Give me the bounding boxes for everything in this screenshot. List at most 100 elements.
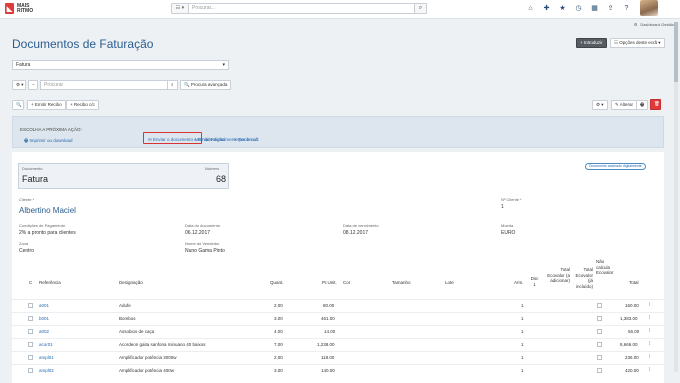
calendar-icon[interactable]: ▦ <box>590 4 599 13</box>
document-settings-dropdown[interactable]: ⚙ ▾ <box>592 100 608 110</box>
row-no-eco-checkbox[interactable] <box>597 342 602 347</box>
seller-label: Nome do Vendedor <box>185 241 220 246</box>
row-price: 1,238.00 <box>317 342 335 347</box>
row-ref[interactable]: ampl02 <box>39 368 54 373</box>
client-name[interactable]: Albertino Maciel <box>19 206 76 215</box>
col-c: C <box>29 280 33 285</box>
table-row[interactable]: a001 Adufe 2.00 80.00 1 160.00 ⁞ <box>12 299 664 311</box>
row-checkbox[interactable] <box>28 303 33 308</box>
avatar[interactable] <box>640 0 658 16</box>
page-title: Documentos de Faturação <box>12 37 154 51</box>
print-icon[interactable]: 🖶 <box>636 100 648 110</box>
row-no-eco-checkbox[interactable] <box>597 316 602 321</box>
row-desc: Adufe <box>119 303 131 308</box>
document-header-box: Documento Fatura Número 68 <box>18 163 229 189</box>
table-row[interactable]: ampl01 Amplificador potência 3000w 2.00 … <box>12 351 664 363</box>
row-desc: Bombos <box>119 316 136 321</box>
row-checkbox[interactable] <box>28 368 33 373</box>
user-info: ⚙ Dashboard Gestão <box>634 22 674 27</box>
col-qty: Quant. <box>270 280 284 285</box>
document-number-label: Número <box>205 166 220 171</box>
row-menu-icon[interactable]: ⁞ <box>649 367 650 373</box>
col-color: Cor <box>343 280 351 285</box>
document-type-value: Fatura <box>16 62 31 68</box>
row-qty: 3.00 <box>274 316 283 321</box>
row-no-eco-checkbox[interactable] <box>597 355 602 360</box>
page-scrollbar[interactable] <box>674 22 678 372</box>
edit-button[interactable]: ✎ Alterar <box>611 100 638 110</box>
zone-value[interactable]: Centro <box>19 248 34 254</box>
col-warehouse: Arm. <box>514 280 524 285</box>
col-size: Tamanho <box>392 280 411 285</box>
row-menu-icon[interactable]: ⁞ <box>649 315 650 321</box>
col-lot: Lote <box>445 280 454 285</box>
row-ref[interactable]: a001 <box>39 303 49 308</box>
scrollbar-thumb[interactable] <box>674 22 678 82</box>
payment-value[interactable]: 2% a pronto para clientes <box>19 230 76 236</box>
emit-receipt-button[interactable]: + Emitir Recibo <box>27 100 66 110</box>
due-date-value[interactable]: 08.12.2017 <box>343 230 368 236</box>
upload-icon[interactable]: ⇪ <box>606 4 615 13</box>
payment-label: Condições de Pagamento <box>19 223 66 228</box>
row-ref[interactable]: acor01 <box>39 342 53 347</box>
zone-label: Zona <box>19 241 29 246</box>
help-icon[interactable]: ? <box>622 4 631 13</box>
home-icon[interactable]: ⌂ <box>526 4 535 13</box>
zoom-icon[interactable]: 🔍 <box>12 100 24 110</box>
col-eco-add: Total Ecovalor (a adicionar) <box>547 267 570 283</box>
row-checkbox[interactable] <box>28 342 33 347</box>
screen-options-button[interactable]: ☷ Opções deste ecrã ▾ <box>610 38 665 48</box>
row-qty: 7.00 <box>274 342 283 347</box>
search-icon[interactable]: ⌕ <box>168 80 178 90</box>
row-price: 461.00 <box>321 316 335 321</box>
doc-date-value[interactable]: 06.12.2017 <box>185 230 210 236</box>
minus-button[interactable]: − <box>28 80 38 90</box>
app-logo[interactable]: ◣ MAIS RITMO <box>5 3 33 14</box>
global-search-input[interactable]: Procurar... <box>189 3 415 14</box>
introduce-button[interactable]: + Introduzir <box>576 38 607 48</box>
advanced-search-button[interactable]: 🔍 Procura avançada <box>180 80 232 90</box>
document-type-value: Fatura <box>22 174 49 184</box>
plus-icon[interactable]: ✚ <box>542 4 551 13</box>
table-row[interactable]: a002 Assobios de caça 4.00 14.00 1 56.00… <box>12 325 664 337</box>
row-checkbox[interactable] <box>28 316 33 321</box>
due-date-label: Data de vencimento <box>343 223 379 228</box>
row-menu-icon[interactable]: ⁞ <box>649 302 650 308</box>
row-desc: Acordeon gaita sanfona minuano 40 baixos <box>119 342 206 347</box>
document-search-input[interactable]: Procurar <box>40 80 168 90</box>
row-no-eco-checkbox[interactable] <box>597 329 602 334</box>
gear-icon[interactable]: ⚙ <box>634 22 638 27</box>
row-no-eco-checkbox[interactable] <box>597 303 602 308</box>
star-icon[interactable]: ★ <box>558 4 567 13</box>
user-name[interactable]: Dashboard Gestão <box>640 22 674 27</box>
search-icon[interactable]: ⌕ <box>415 3 427 14</box>
print-download-link[interactable]: 🖶 Imprimir ou download <box>24 137 73 145</box>
row-menu-icon[interactable]: ⁞ <box>649 328 650 334</box>
search-mode-dropdown[interactable]: ☷ ▾ <box>171 3 189 14</box>
document-form: Documento Fatura Número 68 Documento ass… <box>12 152 664 383</box>
row-warehouse: 1 <box>521 303 524 308</box>
currency-value[interactable]: EURO <box>501 230 515 236</box>
row-qty: 2.00 <box>274 355 283 360</box>
row-menu-icon[interactable]: ⁞ <box>649 354 650 360</box>
row-checkbox[interactable] <box>28 355 33 360</box>
col-desc: Designação <box>119 280 143 285</box>
chevron-down-icon: ▾ <box>222 62 225 68</box>
document-number-value: 68 <box>216 174 227 184</box>
table-row[interactable]: ampl02 Amplificador potência 400w 3.00 1… <box>12 364 664 376</box>
row-ref[interactable]: a002 <box>39 329 49 334</box>
clock-icon[interactable]: ◷ <box>574 4 583 13</box>
delete-icon[interactable]: 🗑 <box>650 99 661 110</box>
seller-value[interactable]: Nuno Gama Pinto <box>185 248 225 254</box>
document-type-select[interactable]: Fatura ▾ <box>12 60 229 70</box>
table-row[interactable]: acor01 Acordeon gaita sanfona minuano 40… <box>12 338 664 350</box>
row-menu-icon[interactable]: ⁞ <box>649 341 650 347</box>
row-checkbox[interactable] <box>28 329 33 334</box>
row-no-eco-checkbox[interactable] <box>597 368 602 373</box>
table-row[interactable]: b001 Bombos 3.00 461.00 1 1,383.00 ⁞ <box>12 312 664 324</box>
row-ref[interactable]: b001 <box>39 316 49 321</box>
settings-dropdown[interactable]: ⚙ ▾ <box>12 80 26 90</box>
receipt-cc-link[interactable]: + Recibo c/c <box>234 137 259 142</box>
receipt-cc-button[interactable]: + Recibo c/c <box>66 100 99 110</box>
row-ref[interactable]: ampl01 <box>39 355 54 360</box>
